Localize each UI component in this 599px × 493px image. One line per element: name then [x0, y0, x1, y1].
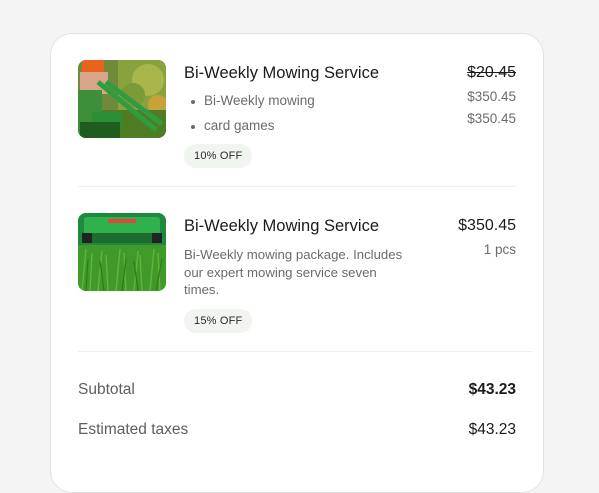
mower-on-grass-photo-icon [78, 213, 166, 291]
order-summary-card: Bi-Weekly Mowing Service Bi-Weekly mowin… [50, 33, 544, 493]
taxes-value: $43.23 [468, 421, 516, 438]
taxes-label: Estimated taxes [78, 421, 189, 438]
item-price: $350.45 [458, 217, 516, 234]
item-info: Bi-Weekly Mowing Service Bi-Weekly mowin… [184, 213, 424, 333]
feature-item: card games [184, 117, 424, 142]
cart-item: Bi-Weekly Mowing Service Bi-Weekly mowin… [78, 60, 516, 188]
divider [78, 186, 516, 187]
item-title[interactable]: Bi-Weekly Mowing Service [184, 64, 424, 83]
feature-list: Bi-Weekly mowing card games [184, 92, 424, 142]
product-image[interactable] [78, 60, 166, 138]
cart-item: Bi-Weekly Mowing Service Bi-Weekly mowin… [78, 213, 516, 349]
discount-badge: 15% OFF [184, 308, 253, 333]
price-line: $350.45 [467, 111, 516, 126]
feature-item: Bi-Weekly mowing [184, 92, 424, 117]
item-info: Bi-Weekly Mowing Service Bi-Weekly mowin… [184, 60, 424, 168]
product-image[interactable] [78, 213, 166, 291]
discount-badge: 10% OFF [184, 144, 253, 168]
item-quantity: 1 pcs [483, 242, 516, 257]
item-prices: $20.45 $350.45 $350.45 [467, 60, 516, 126]
price-line: $350.45 [467, 89, 516, 104]
lawn-mower-worker-photo-icon [78, 60, 166, 138]
item-description: Bi-Weekly mowing package. Includes our e… [184, 247, 403, 297]
subtotal-value: $43.23 [468, 381, 516, 398]
item-prices: $350.45 1 pcs [458, 213, 516, 257]
divider [78, 351, 533, 352]
item-title[interactable]: Bi-Weekly Mowing Service [184, 217, 424, 236]
original-price: $20.45 [467, 64, 516, 81]
subtotal-label: Subtotal [78, 381, 135, 398]
